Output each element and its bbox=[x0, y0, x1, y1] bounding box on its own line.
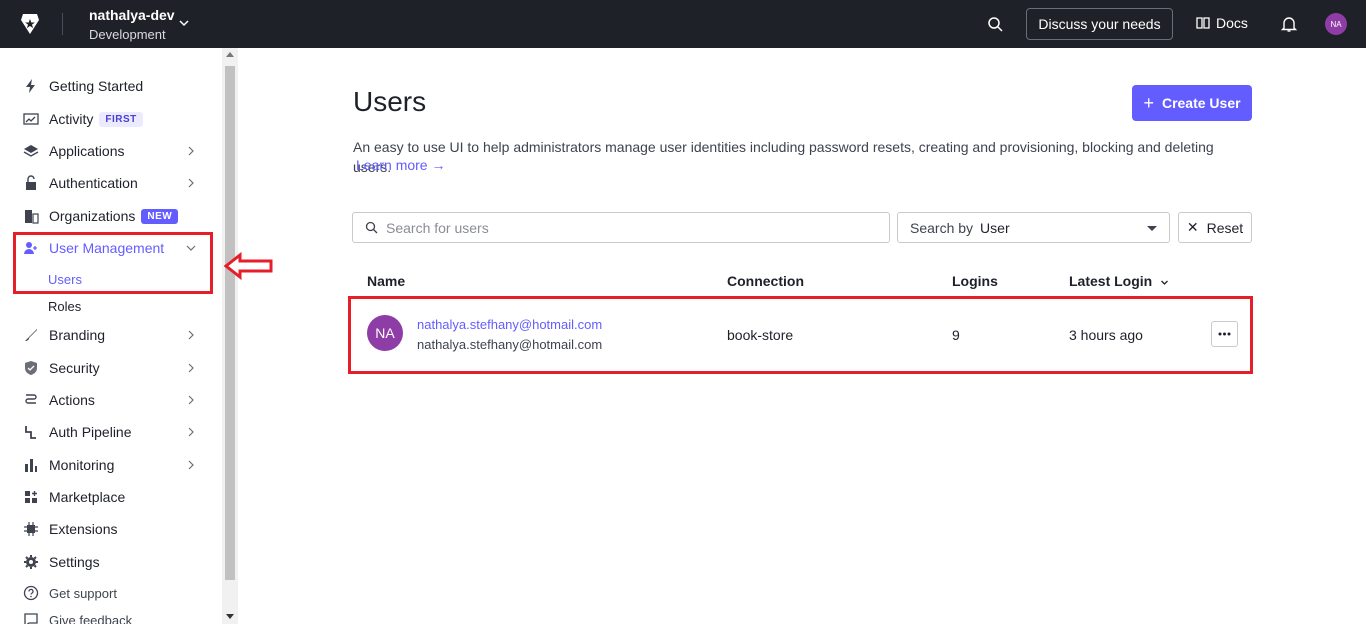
chevron-right-icon bbox=[188, 330, 194, 340]
user-avatar[interactable]: NA bbox=[1325, 13, 1347, 35]
chart-line-icon bbox=[22, 110, 40, 128]
pipeline-icon bbox=[22, 423, 40, 441]
new-badge: NEW bbox=[141, 208, 179, 224]
scroll-up-arrow-icon[interactable] bbox=[226, 52, 234, 57]
discuss-needs-button[interactable]: Discuss your needs bbox=[1026, 8, 1173, 40]
red-arrow-left-icon bbox=[224, 252, 273, 280]
plus-icon: + bbox=[1143, 92, 1154, 113]
sidebar-scrollbar[interactable] bbox=[222, 48, 238, 624]
column-header-name: Name bbox=[367, 273, 406, 289]
sort-chevron-down-icon bbox=[1161, 280, 1169, 285]
shield-icon bbox=[22, 359, 40, 377]
flow-icon bbox=[22, 391, 40, 409]
layers-icon bbox=[22, 142, 40, 160]
chevron-right-icon bbox=[188, 363, 194, 373]
chevron-down-icon[interactable] bbox=[178, 17, 190, 29]
page-description: An easy to use UI to help administrators… bbox=[353, 139, 1214, 175]
column-header-latest-login[interactable]: Latest Login bbox=[1069, 273, 1169, 289]
sidebar-subitem-roles[interactable]: Roles bbox=[48, 299, 81, 314]
give-feedback-label: Give feedback bbox=[49, 612, 133, 624]
lightning-icon bbox=[22, 77, 40, 95]
sidebar-item-activity[interactable]: Activity FIRST bbox=[22, 107, 202, 131]
tenant-name: nathalya-dev bbox=[89, 7, 175, 23]
tenant-environment: Development bbox=[89, 27, 166, 42]
search-by-select[interactable]: Search by User bbox=[897, 212, 1170, 243]
sidebar-item-label: Extensions bbox=[49, 521, 118, 537]
search-by-label: Search by bbox=[910, 219, 974, 236]
search-icon[interactable] bbox=[986, 15, 1004, 33]
create-user-label: Create User bbox=[1161, 95, 1241, 111]
learn-more-link[interactable]: Learn more → bbox=[356, 157, 445, 173]
sidebar-item-organizations[interactable]: Organizations NEW bbox=[22, 204, 202, 228]
sidebar-item-label: Branding bbox=[49, 327, 106, 343]
sidebar-item-applications[interactable]: Applications bbox=[22, 139, 202, 163]
get-support-label: Get support bbox=[49, 585, 117, 601]
topbar-divider bbox=[62, 13, 63, 35]
column-header-connection: Connection bbox=[727, 273, 804, 289]
scroll-down-arrow-icon[interactable] bbox=[226, 614, 234, 619]
user-search-field[interactable] bbox=[352, 212, 890, 243]
lock-icon bbox=[22, 174, 40, 192]
latest-login-label: Latest Login bbox=[1069, 273, 1153, 289]
top-bar: nathalya-dev Development Discuss your ne… bbox=[0, 0, 1366, 48]
sidebar-get-support[interactable]: Get support bbox=[22, 584, 117, 602]
caret-down-icon bbox=[1147, 226, 1157, 231]
reset-button[interactable]: ✕ Reset bbox=[1178, 212, 1252, 243]
search-by-value: User bbox=[980, 219, 1010, 236]
chevron-right-icon bbox=[188, 146, 194, 156]
sidebar-item-authentication[interactable]: Authentication bbox=[22, 171, 202, 195]
create-user-button[interactable]: + Create User bbox=[1132, 85, 1252, 121]
sidebar-item-label: Actions bbox=[49, 392, 95, 408]
sidebar-item-branding[interactable]: Branding bbox=[22, 323, 202, 347]
sidebar-item-label: Auth Pipeline bbox=[49, 424, 132, 440]
docs-link[interactable]: Docs bbox=[1196, 15, 1248, 31]
sidebar-item-label: Security bbox=[49, 360, 100, 376]
gear-icon bbox=[22, 553, 40, 571]
sidebar-item-label: Authentication bbox=[49, 175, 138, 191]
book-icon bbox=[1196, 17, 1210, 29]
sidebar-item-extensions[interactable]: Extensions bbox=[22, 517, 202, 541]
sidebar-item-security[interactable]: Security bbox=[22, 356, 202, 380]
chip-icon bbox=[22, 520, 40, 538]
first-badge: FIRST bbox=[99, 111, 143, 127]
page-title: Users bbox=[353, 86, 427, 117]
grid-plus-icon bbox=[22, 488, 40, 506]
sidebar-item-auth-pipeline[interactable]: Auth Pipeline bbox=[22, 420, 202, 444]
chevron-right-icon bbox=[188, 427, 194, 437]
sidebar-item-label: Monitoring bbox=[49, 457, 115, 473]
sidebar-item-settings[interactable]: Settings bbox=[22, 550, 202, 574]
sidebar-item-getting-started[interactable]: Getting Started bbox=[22, 74, 202, 98]
chevron-right-icon bbox=[188, 395, 194, 405]
scroll-thumb[interactable] bbox=[225, 66, 235, 580]
user-management-highlight bbox=[13, 232, 213, 294]
chevron-right-icon bbox=[188, 178, 194, 188]
message-icon bbox=[24, 613, 38, 624]
sidebar-give-feedback[interactable]: Give feedback bbox=[22, 611, 132, 624]
help-circle-icon bbox=[23, 585, 39, 601]
sidebar: Getting Started Activity FIRST Applicati… bbox=[0, 48, 222, 624]
chevron-right-icon bbox=[188, 460, 194, 470]
user-row-highlight bbox=[348, 296, 1253, 374]
bar-chart-icon bbox=[22, 456, 40, 474]
bell-icon[interactable] bbox=[1280, 15, 1298, 33]
search-input[interactable] bbox=[386, 219, 866, 236]
sidebar-item-label: Organizations bbox=[49, 208, 136, 224]
sidebar-item-label: Settings bbox=[49, 554, 100, 570]
column-header-logins: Logins bbox=[952, 273, 998, 289]
auth0-logo-icon[interactable] bbox=[18, 12, 42, 36]
sidebar-item-label: Marketplace bbox=[49, 489, 126, 505]
close-icon: ✕ bbox=[1186, 219, 1199, 235]
building-icon bbox=[22, 207, 40, 225]
brush-icon bbox=[22, 326, 40, 344]
sidebar-item-marketplace[interactable]: Marketplace bbox=[22, 485, 202, 509]
sidebar-item-actions[interactable]: Actions bbox=[22, 388, 202, 412]
sidebar-item-label: Getting Started bbox=[49, 78, 144, 94]
reset-label: Reset bbox=[1206, 219, 1244, 236]
tenant-switcher[interactable]: nathalya-dev Development bbox=[89, 7, 175, 44]
sidebar-item-label: Activity bbox=[49, 111, 94, 127]
sidebar-item-label: Applications bbox=[49, 143, 125, 159]
search-icon bbox=[365, 221, 378, 234]
sidebar-item-monitoring[interactable]: Monitoring bbox=[22, 453, 202, 477]
docs-label: Docs bbox=[1216, 15, 1248, 31]
